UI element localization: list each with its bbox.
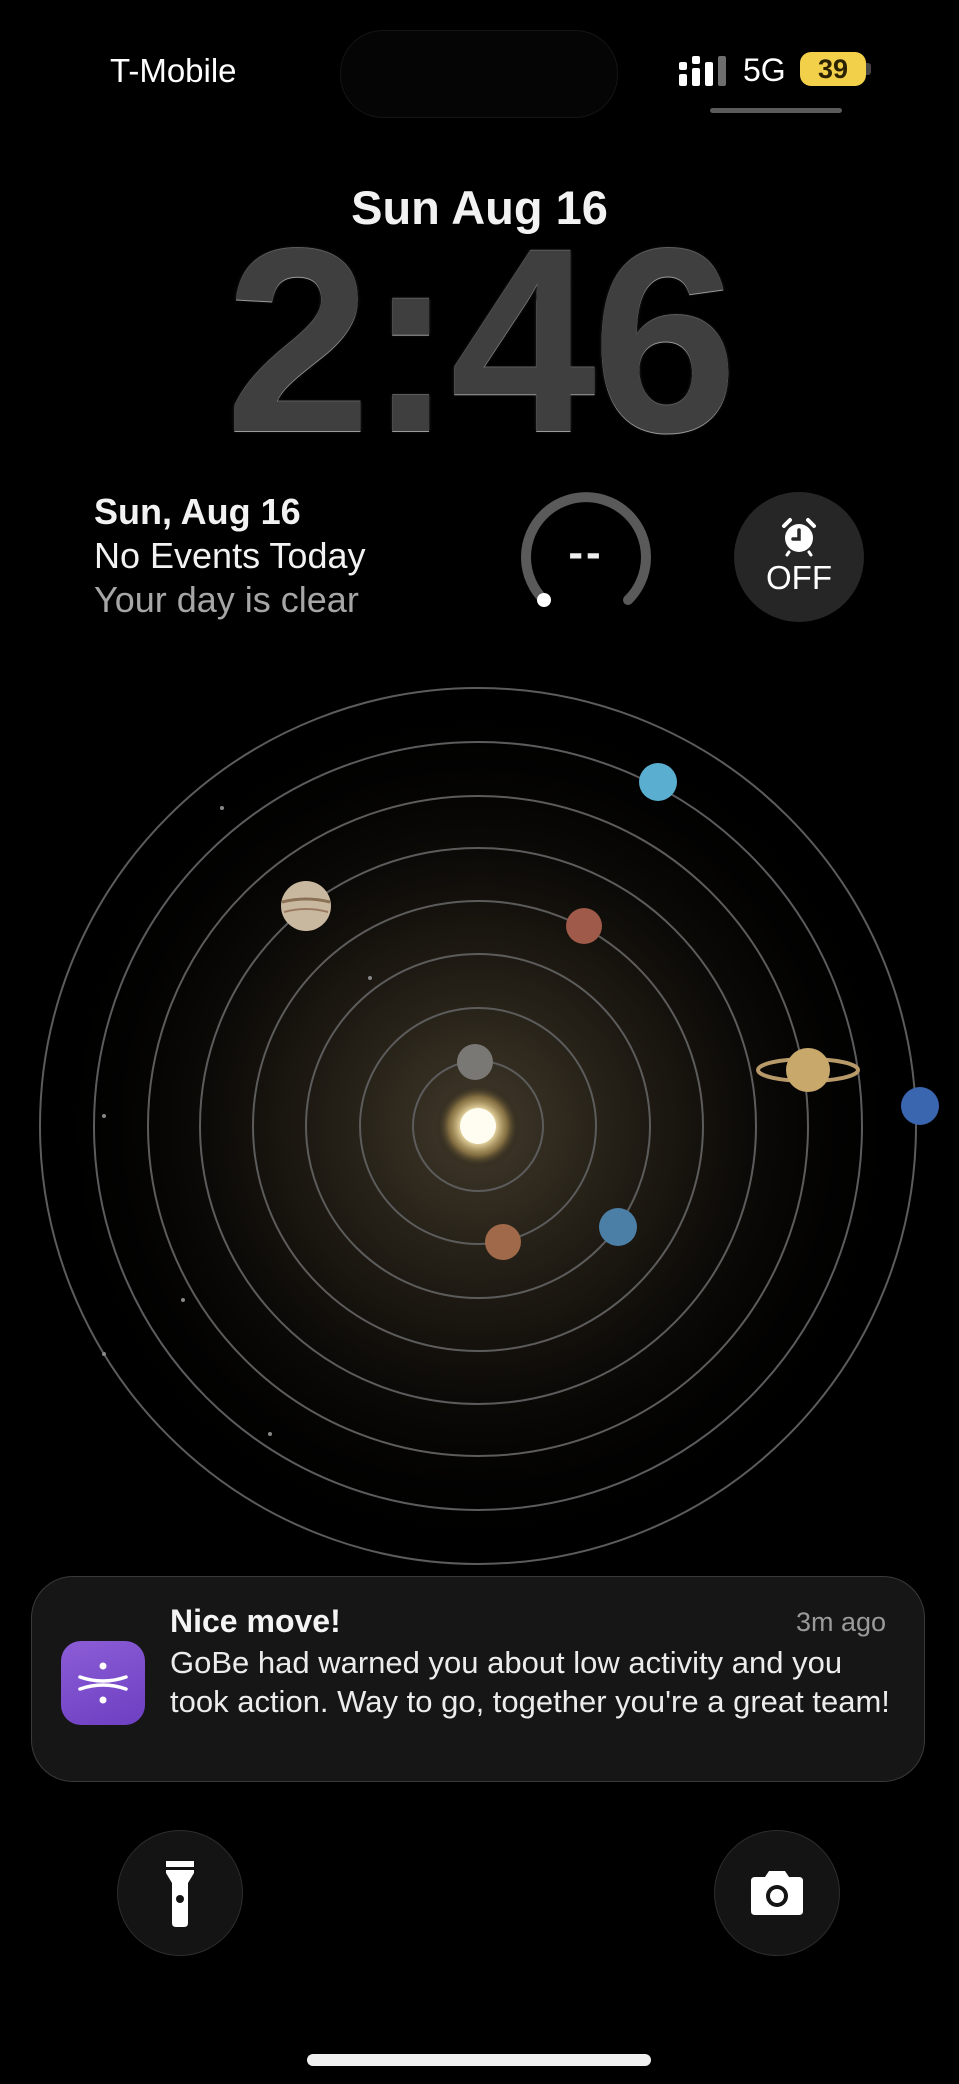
notification-title: Nice move! (170, 1603, 341, 1639)
flashlight-icon (166, 1861, 194, 1927)
calendar-widget[interactable]: Sun, Aug 16 No Events Today Your day is … (94, 490, 366, 622)
alarm-widget[interactable]: OFF (734, 492, 864, 622)
solar-system-wallpaper (38, 686, 939, 1566)
network-type: 5G (743, 52, 786, 88)
flashlight-button[interactable] (117, 1830, 243, 1956)
alarm-clock-icon (782, 518, 816, 557)
camera-icon (751, 1871, 803, 1915)
control-center-handle[interactable] (710, 108, 842, 113)
dynamic-island (340, 30, 618, 118)
battery-cap (866, 63, 871, 75)
alarm-status-label: OFF (766, 559, 832, 596)
home-indicator[interactable] (307, 2054, 651, 2066)
battery-level: 39 (817, 53, 849, 84)
notification-timestamp: 3m ago (795, 1607, 886, 1637)
gobe-app-icon (61, 1641, 145, 1725)
notification-body: GoBe had warned you about low activity a… (170, 1645, 890, 1719)
battery-icon: 39 (800, 52, 866, 86)
cellular-signal-icon (679, 56, 726, 86)
calendar-widget-date: Sun, Aug 16 (94, 491, 301, 532)
calendar-widget-events: No Events Today (94, 535, 366, 576)
lock-time: 2:46 (225, 194, 737, 487)
activity-value: -- (568, 528, 604, 577)
camera-button[interactable] (714, 1830, 840, 1956)
carrier-label: T-Mobile (110, 52, 237, 89)
calendar-widget-subtitle: Your day is clear (94, 579, 359, 620)
notification-card[interactable]: Nice move! 3m ago GoBe had warned you ab… (31, 1576, 925, 1782)
